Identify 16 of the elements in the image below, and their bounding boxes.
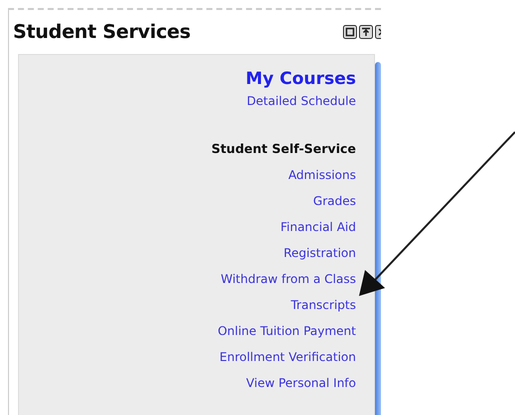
menu-link[interactable]: View Personal Info [246, 374, 356, 400]
menu-link[interactable]: Withdraw from a Class [220, 270, 356, 296]
menu-link[interactable]: Online Tuition Payment [218, 322, 356, 348]
menu-link[interactable]: Transcripts [290, 296, 356, 322]
menu-link[interactable]: Admissions [288, 166, 356, 192]
section-heading: Student Self-Service [211, 140, 356, 158]
my-courses-link[interactable]: My Courses [246, 69, 356, 89]
menu-link[interactable]: Financial Aid [280, 218, 356, 244]
menu-link[interactable]: Detailed Schedule [246, 92, 356, 118]
menu-link[interactable]: Registration [284, 244, 356, 270]
panel-title: Student Services [13, 21, 190, 43]
minimize-icon[interactable] [359, 25, 373, 39]
menu-link[interactable]: Enrollment Verification [220, 348, 356, 374]
menu-link[interactable]: Grades [313, 192, 356, 218]
scrollbar[interactable] [375, 62, 381, 415]
maximize-icon[interactable] [343, 25, 357, 39]
